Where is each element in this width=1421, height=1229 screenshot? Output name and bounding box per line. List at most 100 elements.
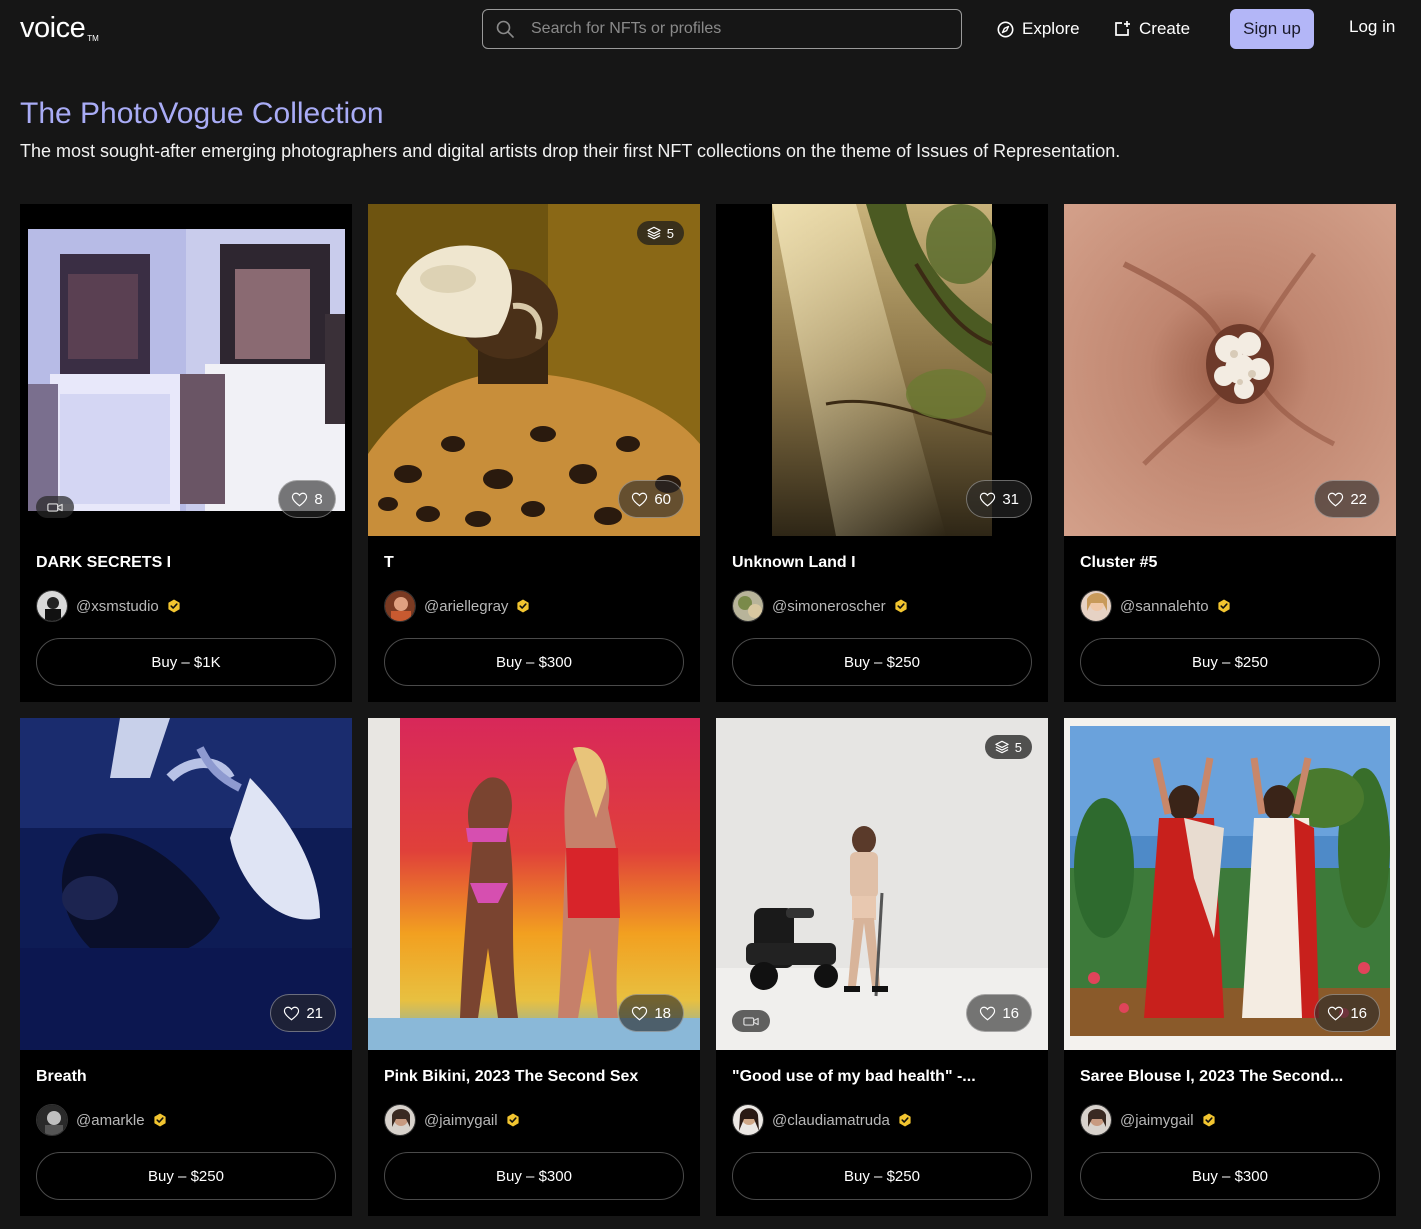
nft-title[interactable]: Unknown Land I: [732, 554, 1032, 572]
create-icon: [1115, 21, 1130, 36]
edition-count: 5: [1014, 739, 1022, 755]
buy-button[interactable]: Buy – $250: [732, 1152, 1032, 1200]
nft-card[interactable]: 16 Saree Blouse I, 2023 The Second... @j…: [1064, 718, 1396, 1216]
heart-icon: [631, 1006, 648, 1021]
creator-link[interactable]: @claudiamatruda: [732, 1104, 912, 1136]
creator-handle: @sannalehto: [1120, 597, 1209, 615]
like-button[interactable]: 21: [270, 994, 336, 1032]
nft-card[interactable]: 22 Cluster #5 @sannalehto Buy – $250: [1064, 204, 1396, 702]
logo-trademark: TM: [87, 34, 99, 43]
nft-card[interactable]: 21 Breath @amarkle Buy – $250: [20, 718, 352, 1216]
logo-text: voice: [20, 12, 86, 44]
search-input[interactable]: [531, 20, 931, 38]
search-bar[interactable]: [482, 9, 962, 49]
creator-link[interactable]: @xsmstudio: [36, 590, 181, 622]
like-button[interactable]: 60: [618, 480, 684, 518]
buy-button[interactable]: Buy – $300: [384, 638, 684, 686]
layers-icon: [647, 226, 661, 240]
like-count: 18: [654, 1004, 671, 1022]
verified-badge-icon: [506, 1113, 520, 1127]
nft-title[interactable]: "Good use of my bad health" -...: [732, 1068, 1032, 1086]
edition-badge: 5: [984, 735, 1032, 759]
nft-card[interactable]: 5 16 "Good use of my bad health" -... @c…: [716, 718, 1048, 1216]
like-count: 60: [654, 490, 671, 508]
nft-image[interactable]: 18: [368, 718, 700, 1050]
nft-card[interactable]: 5 60 T @ariellegray Buy – $300: [368, 204, 700, 702]
heart-icon: [291, 492, 308, 507]
creator-handle: @amarkle: [76, 1111, 145, 1129]
avatar: [36, 590, 68, 622]
verified-badge-icon: [898, 1113, 912, 1127]
like-count: 16: [1002, 1004, 1019, 1022]
creator-link[interactable]: @simoneroscher: [732, 590, 908, 622]
nft-card[interactable]: 31 Unknown Land I @simoneroscher Buy – $…: [716, 204, 1048, 702]
like-button[interactable]: 8: [278, 480, 336, 518]
login-link[interactable]: Log in: [1349, 17, 1395, 37]
creator-handle: @xsmstudio: [76, 597, 159, 615]
heart-icon: [283, 1006, 300, 1021]
heart-icon: [979, 1006, 996, 1021]
nft-image[interactable]: 8: [20, 204, 352, 536]
like-button[interactable]: 18: [618, 994, 684, 1032]
creator-link[interactable]: @ariellegray: [384, 590, 530, 622]
like-button[interactable]: 22: [1314, 480, 1380, 518]
creator-link[interactable]: @amarkle: [36, 1104, 167, 1136]
create-link[interactable]: Create: [1113, 17, 1190, 41]
nft-image[interactable]: 16: [1064, 718, 1396, 1050]
edition-badge: 5: [636, 221, 684, 245]
buy-button[interactable]: Buy – $250: [36, 1152, 336, 1200]
buy-button[interactable]: Buy – $300: [384, 1152, 684, 1200]
avatar: [732, 590, 764, 622]
explore-label: Explore: [1022, 19, 1080, 38]
like-button[interactable]: 16: [1314, 994, 1380, 1032]
verified-badge-icon: [153, 1113, 167, 1127]
compass-icon: [997, 21, 1014, 37]
nft-title[interactable]: Cluster #5: [1080, 554, 1380, 572]
buy-button[interactable]: Buy – $250: [732, 638, 1032, 686]
creator-handle: @ariellegray: [424, 597, 509, 615]
nft-image[interactable]: 21: [20, 718, 352, 1050]
explore-link[interactable]: Explore: [997, 17, 1080, 41]
verified-badge-icon: [894, 599, 908, 613]
nft-image[interactable]: 5 16: [716, 718, 1048, 1050]
heart-icon: [631, 492, 648, 507]
signup-button[interactable]: Sign up: [1230, 9, 1314, 49]
nft-image[interactable]: 22: [1064, 204, 1396, 536]
search-icon: [495, 19, 515, 39]
heart-icon: [1327, 1006, 1344, 1021]
nft-title[interactable]: T: [384, 554, 684, 572]
nft-title[interactable]: DARK SECRETS I: [36, 554, 336, 572]
nft-title[interactable]: Breath: [36, 1068, 336, 1086]
page-subtitle: The most sought-after emerging photograp…: [20, 141, 1121, 161]
heart-icon: [1327, 492, 1344, 507]
creator-handle: @claudiamatruda: [772, 1111, 890, 1129]
voice-logo[interactable]: voice TM: [20, 12, 99, 45]
creator-handle: @jaimygail: [1120, 1111, 1194, 1129]
nft-image[interactable]: 5 60: [368, 204, 700, 536]
avatar: [384, 1104, 416, 1136]
creator-handle: @jaimygail: [424, 1111, 498, 1129]
heart-icon: [979, 492, 996, 507]
like-button[interactable]: 31: [966, 480, 1032, 518]
top-nav: voice TM Explore Create Sign up Log in: [0, 0, 1421, 62]
like-count: 31: [1002, 490, 1019, 508]
creator-handle: @simoneroscher: [772, 597, 886, 615]
nft-title[interactable]: Saree Blouse I, 2023 The Second...: [1080, 1068, 1380, 1086]
like-count: 21: [306, 1004, 323, 1022]
buy-button[interactable]: Buy – $300: [1080, 1152, 1380, 1200]
avatar: [1080, 1104, 1112, 1136]
like-button[interactable]: 16: [966, 994, 1032, 1032]
creator-link[interactable]: @jaimygail: [384, 1104, 520, 1136]
avatar: [1080, 590, 1112, 622]
nft-image[interactable]: 31: [716, 204, 1048, 536]
nft-card[interactable]: 8 DARK SECRETS I @xsmstudio Buy – $1K: [20, 204, 352, 702]
verified-badge-icon: [1202, 1113, 1216, 1127]
buy-button[interactable]: Buy – $250: [1080, 638, 1380, 686]
creator-link[interactable]: @jaimygail: [1080, 1104, 1216, 1136]
nft-title[interactable]: Pink Bikini, 2023 The Second Sex: [384, 1068, 684, 1086]
nft-card[interactable]: 18 Pink Bikini, 2023 The Second Sex @jai…: [368, 718, 700, 1216]
page-title: The PhotoVogue Collection: [20, 97, 384, 130]
layers-icon: [995, 740, 1009, 754]
creator-link[interactable]: @sannalehto: [1080, 590, 1231, 622]
buy-button[interactable]: Buy – $1K: [36, 638, 336, 686]
